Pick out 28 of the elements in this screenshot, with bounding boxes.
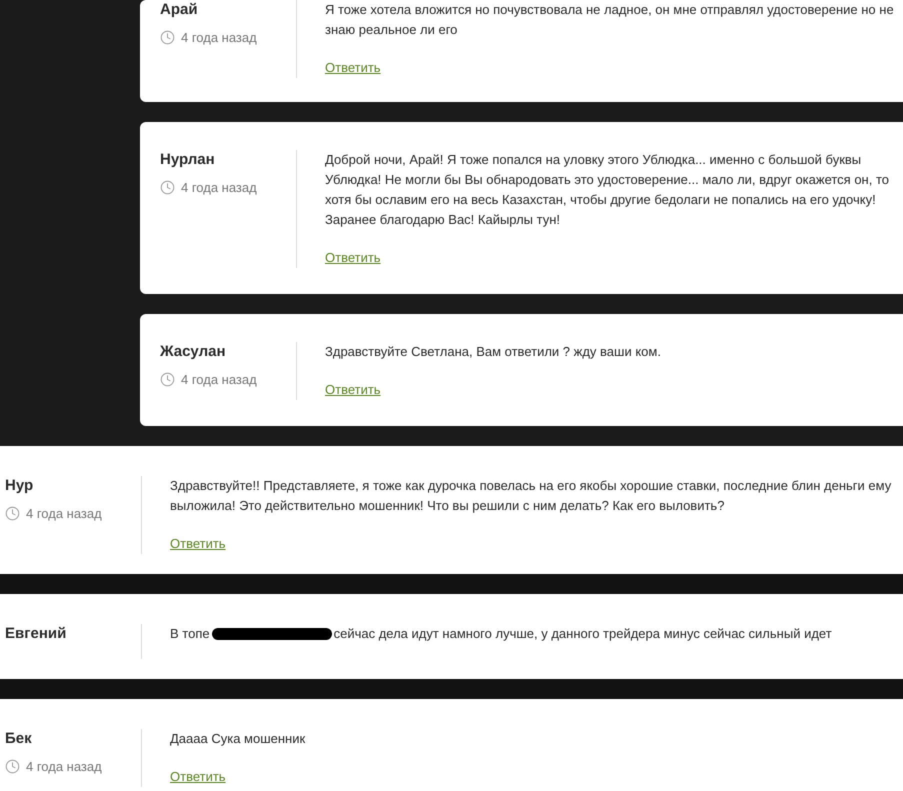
reply-link[interactable]: Ответить — [325, 58, 381, 78]
comment-time: 4 года назад — [181, 29, 257, 47]
clock-icon — [160, 372, 175, 388]
reply-link[interactable]: Ответить — [170, 534, 226, 554]
comment-text: В топе — [170, 625, 210, 643]
clock-icon — [5, 506, 20, 522]
reply-link[interactable]: Ответить — [325, 380, 381, 400]
comment-text: Доброй ночи, Арай! Я тоже попался на уловку этого Ублюдка... именно с большой буквы Ублюдка! Не могли бы Вы обнародовать это удостоверение... мало ли, вдруг окажется он, то хотя бы ославим его на весь Казахстан, чтобы другие бедолаги не попались на его удочку! Заранее благодарю Вас! Кайырлы тун! — [325, 151, 890, 229]
author-name: Бек — [5, 729, 32, 749]
clock-icon — [160, 30, 175, 46]
reply-link[interactable]: Ответить — [170, 767, 226, 787]
comment-time: 4 года назад — [26, 505, 102, 523]
author-name: Нур — [5, 476, 34, 496]
clock-icon — [5, 759, 20, 774]
author-name: Жасулан — [160, 342, 226, 362]
comment-text: Даааа Сука мошенник — [170, 730, 306, 748]
comment-time: 4 года назад — [26, 758, 102, 776]
author-name: Евгений — [5, 624, 66, 644]
comment-text: сейчас дела идут намного лучше, у данного трейдера минус сейчас сильный идет — [334, 625, 832, 643]
author-name: Арай — [160, 0, 198, 20]
clock-icon — [160, 180, 175, 196]
author-name: Нурлан — [160, 150, 215, 170]
comment-text: Здравствуйте Светлана, Вам ответили ? жду ваши ком. — [325, 343, 662, 361]
comment-text: Я тоже хотела вложится но почувствовала не ладное, он мне отправлял удостоверение но не знаю реальное ли его — [325, 1, 895, 39]
comment-time: 4 года назад — [181, 371, 257, 389]
comment-text: Здравствуйте!! Представляете, я тоже как дурочка повелась на его якобы хорошие ставки, последние блин деньги ему выложила! Это действительно мошенник! Что вы решили с ним делать? Как его выловить? — [170, 477, 892, 515]
comment-time: 4 года назад — [181, 179, 257, 197]
reply-link[interactable]: Ответить — [325, 248, 381, 268]
